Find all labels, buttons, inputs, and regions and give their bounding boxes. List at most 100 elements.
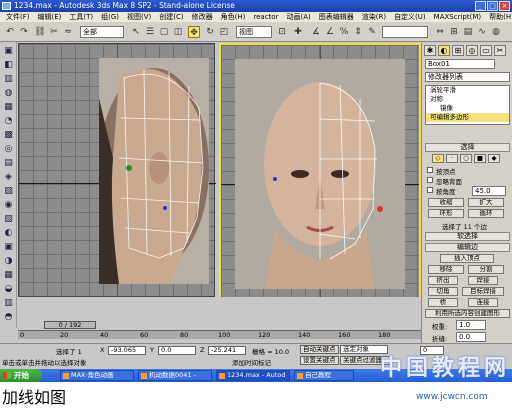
start-button[interactable]: 开始 (0, 369, 42, 382)
tool-icon-16[interactable]: ◑ (3, 256, 14, 267)
tool-icon-2[interactable]: ◧ (3, 60, 14, 71)
unlink-icon[interactable]: ✂ (48, 26, 60, 38)
utilities-tab-icon[interactable]: ✂ (494, 45, 506, 56)
minimize-button[interactable]: _ (475, 1, 486, 11)
ring-button[interactable]: 环形 (428, 209, 464, 218)
align-icon[interactable]: ⊞ (448, 26, 460, 38)
viewport-front[interactable] (219, 43, 421, 299)
vertex-subobject-icon[interactable]: · (446, 154, 458, 163)
tool-icon-17[interactable]: ▦ (3, 270, 14, 281)
edit-edges-rollout[interactable]: 编辑边 (425, 243, 510, 252)
task-item-4[interactable]: 自己教程 (294, 370, 354, 381)
menu-edit[interactable]: 编辑(E) (38, 12, 62, 22)
menu-help[interactable]: 帮助(H) (489, 12, 512, 22)
snap-toggle-icon[interactable]: ∡ (310, 26, 322, 38)
bind-space-warp-icon[interactable]: ≈ (62, 26, 74, 38)
tool-icon-8[interactable]: ◎ (3, 144, 14, 155)
menu-rendering[interactable]: 渲染(R) (362, 12, 386, 22)
menu-modifiers[interactable]: 修改器 (192, 12, 213, 22)
task-item-1[interactable]: MAX·角色动画 (60, 370, 134, 381)
menu-tools[interactable]: 工具(T) (69, 12, 93, 22)
border-subobject-icon[interactable]: ○ (460, 154, 472, 163)
select-rotate-icon[interactable]: ↻ (204, 26, 216, 38)
select-scale-icon[interactable]: ◰ (218, 26, 230, 38)
bridge-button[interactable]: 桥 (428, 298, 458, 307)
element-subobject-icon[interactable]: ◆ (488, 154, 500, 163)
tool-icon-5[interactable]: ▦ (3, 102, 14, 113)
percent-snap-icon[interactable]: % (338, 26, 350, 38)
menu-animation[interactable]: 动画(A) (286, 12, 310, 22)
extrude-button[interactable]: 挤出 (428, 276, 458, 285)
polygon-subobject-icon[interactable]: ■ (474, 154, 486, 163)
task-item-3[interactable]: 1234.max - Autod (216, 370, 290, 381)
tool-icon-6[interactable]: ◔ (3, 116, 14, 127)
tool-icon-14[interactable]: ◐ (3, 228, 14, 239)
viewport-left[interactable] (18, 43, 216, 298)
ignore-backface-checkbox[interactable] (427, 177, 433, 183)
tool-icon-11[interactable]: ▧ (3, 186, 14, 197)
named-selection-icon[interactable]: ✎ (366, 26, 378, 38)
selection-filter-dropdown[interactable]: 全部 (80, 26, 124, 38)
tool-icon-1[interactable]: ▣ (3, 46, 14, 57)
by-vertex-checkbox[interactable] (427, 167, 433, 173)
task-item-2[interactable]: 机动数据0041 - (138, 370, 212, 381)
by-angle-checkbox[interactable] (427, 187, 433, 193)
tool-icon-18[interactable]: ◒ (3, 284, 14, 295)
tool-icon-7[interactable]: ▩ (3, 130, 14, 141)
angle-value-field[interactable]: 45.0 (472, 186, 506, 196)
loop-button[interactable]: 循环 (468, 209, 504, 218)
hierarchy-tab-icon[interactable]: ⊞ (452, 45, 464, 56)
soft-selection-rollout[interactable]: 软选择 (425, 232, 510, 241)
shrink-button[interactable]: 收缩 (428, 198, 464, 207)
material-editor-icon[interactable]: ◍ (490, 26, 502, 38)
tool-icon-4[interactable]: ◍ (3, 88, 14, 99)
crease-field[interactable]: 0.0 (456, 332, 486, 342)
tool-icon-12[interactable]: ◉ (3, 200, 14, 211)
remove-button[interactable]: 移除 (428, 265, 464, 274)
redo-icon[interactable]: ↷ (18, 26, 30, 38)
weld-button[interactable]: 焊接 (468, 276, 498, 285)
window-crossing-icon[interactable]: ◫ (172, 26, 184, 38)
link-icon[interactable]: ⛓ (34, 26, 46, 38)
tool-icon-10[interactable]: ◈ (3, 172, 14, 183)
x-coordinate-field[interactable]: -93.065 (108, 346, 146, 355)
manipulate-icon[interactable]: ✚ (292, 26, 304, 38)
insert-vertex-button[interactable]: 插入顶点 (440, 254, 494, 263)
select-move-icon[interactable]: ✥ (188, 26, 200, 38)
y-coordinate-field[interactable]: 0.0 (158, 346, 196, 355)
named-selection-sets-field[interactable] (382, 26, 428, 38)
tool-icon-13[interactable]: ▨ (3, 214, 14, 225)
menu-create[interactable]: 创建(C) (159, 12, 183, 22)
object-name-field[interactable]: Box01 (425, 59, 495, 69)
selection-rollout[interactable]: 选择 (425, 143, 510, 152)
split-button[interactable]: 分割 (468, 265, 504, 274)
target-weld-button[interactable]: 目标焊接 (462, 287, 504, 296)
menu-maxscript[interactable]: MAXScript(M) (434, 12, 481, 22)
create-tab-icon[interactable]: ✱ (424, 45, 436, 56)
z-coordinate-field[interactable]: -25.241 (208, 346, 246, 355)
select-by-name-icon[interactable]: ☰ (144, 26, 156, 38)
tool-icon-3[interactable]: ▥ (3, 74, 14, 85)
menu-file[interactable]: 文件(F) (6, 12, 30, 22)
stack-item-editable-poly[interactable]: 可编辑多边形 (426, 113, 509, 122)
stack-item-turbosmooth[interactable]: 涡轮平滑 (426, 86, 509, 95)
spinner-snap-icon[interactable]: ⇕ (352, 26, 364, 38)
close-button[interactable]: × (499, 1, 510, 11)
pivot-center-icon[interactable]: ⊡ (276, 26, 288, 38)
modifier-list-dropdown[interactable]: 修改器列表 (425, 72, 510, 82)
undo-icon[interactable]: ↶ (4, 26, 16, 38)
menu-views[interactable]: 视图(V) (127, 12, 151, 22)
menu-group[interactable]: 组(G) (101, 12, 119, 22)
menu-graph-editors[interactable]: 图表编辑器 (319, 12, 354, 22)
maximize-button[interactable]: □ (487, 1, 498, 11)
select-object-icon[interactable]: ↖ (130, 26, 142, 38)
connect-button[interactable]: 连接 (468, 298, 498, 307)
menu-customize[interactable]: 自定义(U) (394, 12, 426, 22)
edge-subobject-icon[interactable]: ◇ (432, 154, 444, 163)
set-key-button[interactable]: 设置关键点 (300, 356, 339, 365)
stack-item-symmetry[interactable]: 对称 (426, 95, 509, 104)
stack-item-mirror[interactable]: 镜像 (426, 104, 509, 113)
track-bar[interactable]: 0 20 40 60 80 100 120 140 160 180 (18, 330, 421, 339)
layer-manager-icon[interactable]: ▤ (462, 26, 474, 38)
grow-button[interactable]: 扩大 (468, 198, 504, 207)
